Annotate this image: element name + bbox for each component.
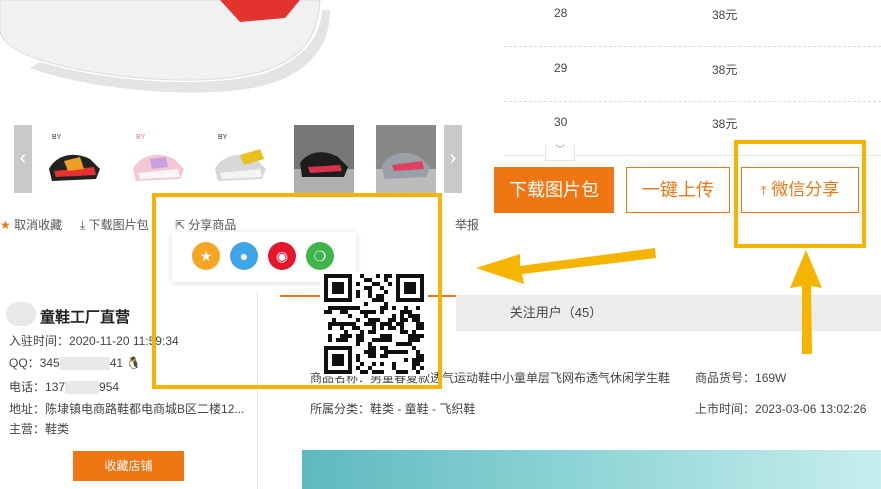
unfavorite-link[interactable]: ★ 取消收藏 [0,216,62,233]
thumb-next-button[interactable]: › [444,125,462,193]
size-price-table: 28 38元 29 38元 30 38元 [504,0,881,156]
thumb-prev-button[interactable]: ‹ [14,125,32,193]
price-cell: 38元 [712,117,738,131]
svg-text:BY: BY [218,134,228,141]
svg-text:BY: BY [136,134,146,141]
address-info: 地址：陈埭镇电商路鞋都电商城B区二楼12... [9,400,244,417]
detail-banner-image [302,450,881,489]
product-code: 商品货号：169W [695,369,786,386]
store-name: 童鞋工厂直营 [40,309,131,326]
masked-text [59,357,110,371]
download-images-button[interactable]: 下载图片包 [494,167,614,213]
qq-prefix: 345 [39,356,60,370]
chevron-down-icon: ﹀ [555,145,565,156]
date-label: 上市时间： [695,402,756,416]
table-row: 29 38元 [504,47,881,102]
chevron-right-icon: › [449,147,457,169]
phone-suffix: 954 [99,380,120,394]
svg-text:BY: BY [52,134,62,141]
category-value: 鞋类 - 童鞋 - 飞织鞋 [370,402,476,416]
annotation-arrow-left [476,248,656,284]
size-cell: 30 [554,115,568,129]
product-date: 上市时间：2023-03-06 13:02:26 [695,400,866,417]
chevron-left-icon: ‹ [19,147,27,169]
size-cell: 29 [554,61,568,75]
qq-label: QQ： [9,356,40,370]
phone-label: 电话： [9,380,46,394]
unfavorite-label: 取消收藏 [14,218,63,232]
report-link[interactable]: 举报 [455,216,479,233]
star-icon: ★ [0,218,11,232]
join-label: 入驻时间： [9,334,70,348]
avatar [6,302,36,326]
tab-followers[interactable]: 关注用户（45） [456,295,656,331]
date-value: 2023-03-06 13:02:26 [755,402,867,416]
product-main-image [0,0,500,125]
product-code-label: 商品货号： [695,371,756,385]
price-cell: 38元 [712,63,738,77]
annotation-box [152,193,442,389]
thumbnail[interactable] [294,125,354,193]
download-pics-link[interactable]: ⤓ 下载图片包 [80,216,149,233]
address-value: 陈埭镇电商路鞋都电商城B区二楼12... [45,402,245,416]
thumbnail[interactable]: BY [128,125,188,193]
masked-text [65,381,100,395]
annotation-box [734,140,866,248]
phone-prefix: 137 [45,380,66,394]
size-cell: 28 [554,6,568,20]
thumbnail[interactable]: BY [210,125,270,193]
table-row: 28 38元 [504,0,881,47]
main-label: 主营： [9,422,46,436]
expand-table-button[interactable]: ﹀ [545,145,575,161]
thumbnail[interactable]: BY [44,125,104,193]
one-click-upload-button[interactable]: 一键上传 [626,167,730,213]
qq-penguin-icon[interactable]: 🐧 [126,356,141,370]
main-business: 主营：鞋类 [9,420,69,437]
download-pics-label: 下载图片包 [88,218,149,232]
price-cell: 38元 [712,8,738,22]
main-value: 鞋类 [45,422,70,436]
annotation-arrow-up [790,250,822,354]
download-icon: ⤓ [80,218,86,232]
address-label: 地址： [9,402,46,416]
phone-info: 电话：137 954 [9,378,119,395]
category-label: 所属分类： [310,402,371,416]
favorite-store-button[interactable]: 收藏店铺 [73,451,184,481]
qq-suffix: 41 [109,356,124,370]
thumbnail[interactable] [376,125,436,193]
qq-info: QQ：345 41 🐧 [9,354,141,371]
product-category: 所属分类：鞋类 - 童鞋 - 飞织鞋 [310,400,475,417]
product-code-value: 169W [755,371,787,385]
